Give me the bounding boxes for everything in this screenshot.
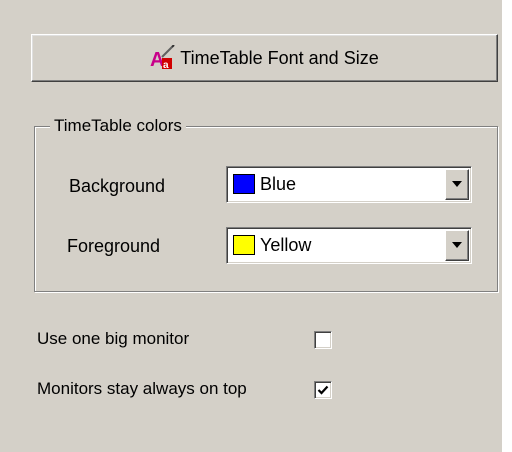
- always-on-top-checkbox[interactable]: [314, 381, 332, 399]
- always-on-top-label: Monitors stay always on top: [37, 379, 247, 398]
- timetable-colors-title: TimeTable colors: [50, 115, 186, 137]
- one-big-monitor-checkbox[interactable]: [314, 331, 332, 349]
- foreground-dropdown-button[interactable]: [445, 230, 469, 261]
- svg-text:a: a: [163, 60, 169, 71]
- background-dropdown-button[interactable]: [445, 169, 469, 200]
- chevron-down-icon: [452, 242, 462, 248]
- foreground-color-select[interactable]: Yellow: [226, 227, 472, 264]
- background-color-select[interactable]: Blue: [226, 166, 472, 203]
- foreground-label: Foreground: [67, 236, 161, 256]
- window-edge: [502, 0, 512, 452]
- one-big-monitor-label: Use one big monitor: [37, 329, 190, 348]
- timetable-colors-groupbox: [34, 126, 498, 292]
- checkmark-icon: [317, 385, 329, 395]
- background-color-swatch: [233, 174, 255, 194]
- font-and-size-button[interactable]: A a TimeTable Font and Size: [31, 34, 498, 82]
- font-and-size-button-label: TimeTable Font and Size: [180, 47, 379, 68]
- foreground-color-value: Yellow: [260, 235, 312, 255]
- background-color-value: Blue: [260, 174, 297, 194]
- font-icon: A a: [150, 45, 175, 71]
- chevron-down-icon: [452, 181, 462, 187]
- foreground-color-swatch: [233, 235, 255, 255]
- settings-panel: A a TimeTable Font and Size TimeTable co…: [0, 0, 502, 452]
- background-label: Background: [69, 176, 166, 196]
